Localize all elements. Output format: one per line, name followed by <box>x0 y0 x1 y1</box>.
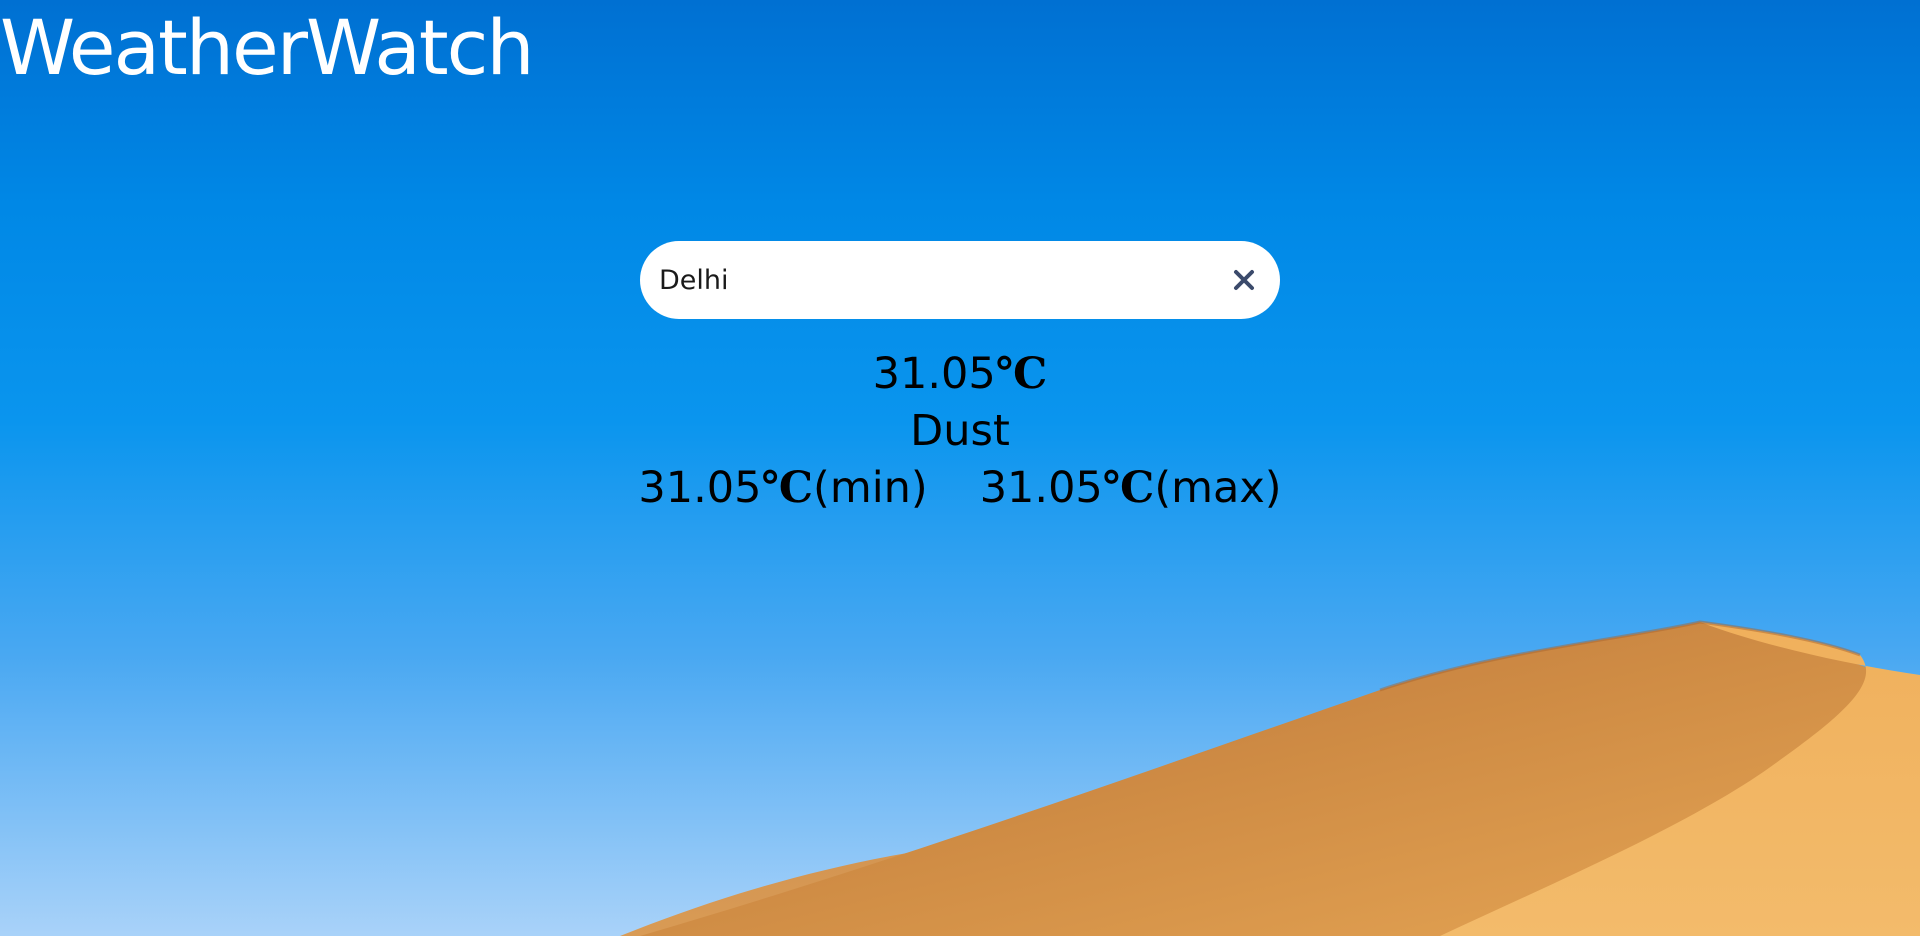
clear-search-button[interactable] <box>1224 260 1264 300</box>
weather-info: 31.05℃ Dust 31.05℃(min) 31.05℃(max) <box>0 346 1920 517</box>
current-temperature: 31.05℃ <box>0 346 1920 403</box>
temperature-unit: ℃ <box>995 349 1048 399</box>
min-temperature-unit: ℃ <box>761 463 814 513</box>
close-icon <box>1234 270 1254 290</box>
max-temperature-unit: ℃ <box>1102 463 1155 513</box>
app-title: WeatherWatch <box>0 3 535 92</box>
min-max-temperature: 31.05℃(min) 31.05℃(max) <box>0 460 1920 517</box>
search-input[interactable] <box>659 241 1199 319</box>
weather-condition: Dust <box>910 406 1010 456</box>
temperature-value: 31.05 <box>872 349 996 399</box>
min-label: (min) <box>813 463 928 513</box>
min-temperature-value: 31.05 <box>638 463 762 513</box>
max-temperature: 31.05℃(max) <box>980 460 1282 517</box>
max-label: (max) <box>1154 463 1282 513</box>
min-temperature: 31.05℃(min) <box>638 460 927 517</box>
max-temperature-value: 31.05 <box>979 463 1103 513</box>
search-bar[interactable] <box>640 241 1280 319</box>
